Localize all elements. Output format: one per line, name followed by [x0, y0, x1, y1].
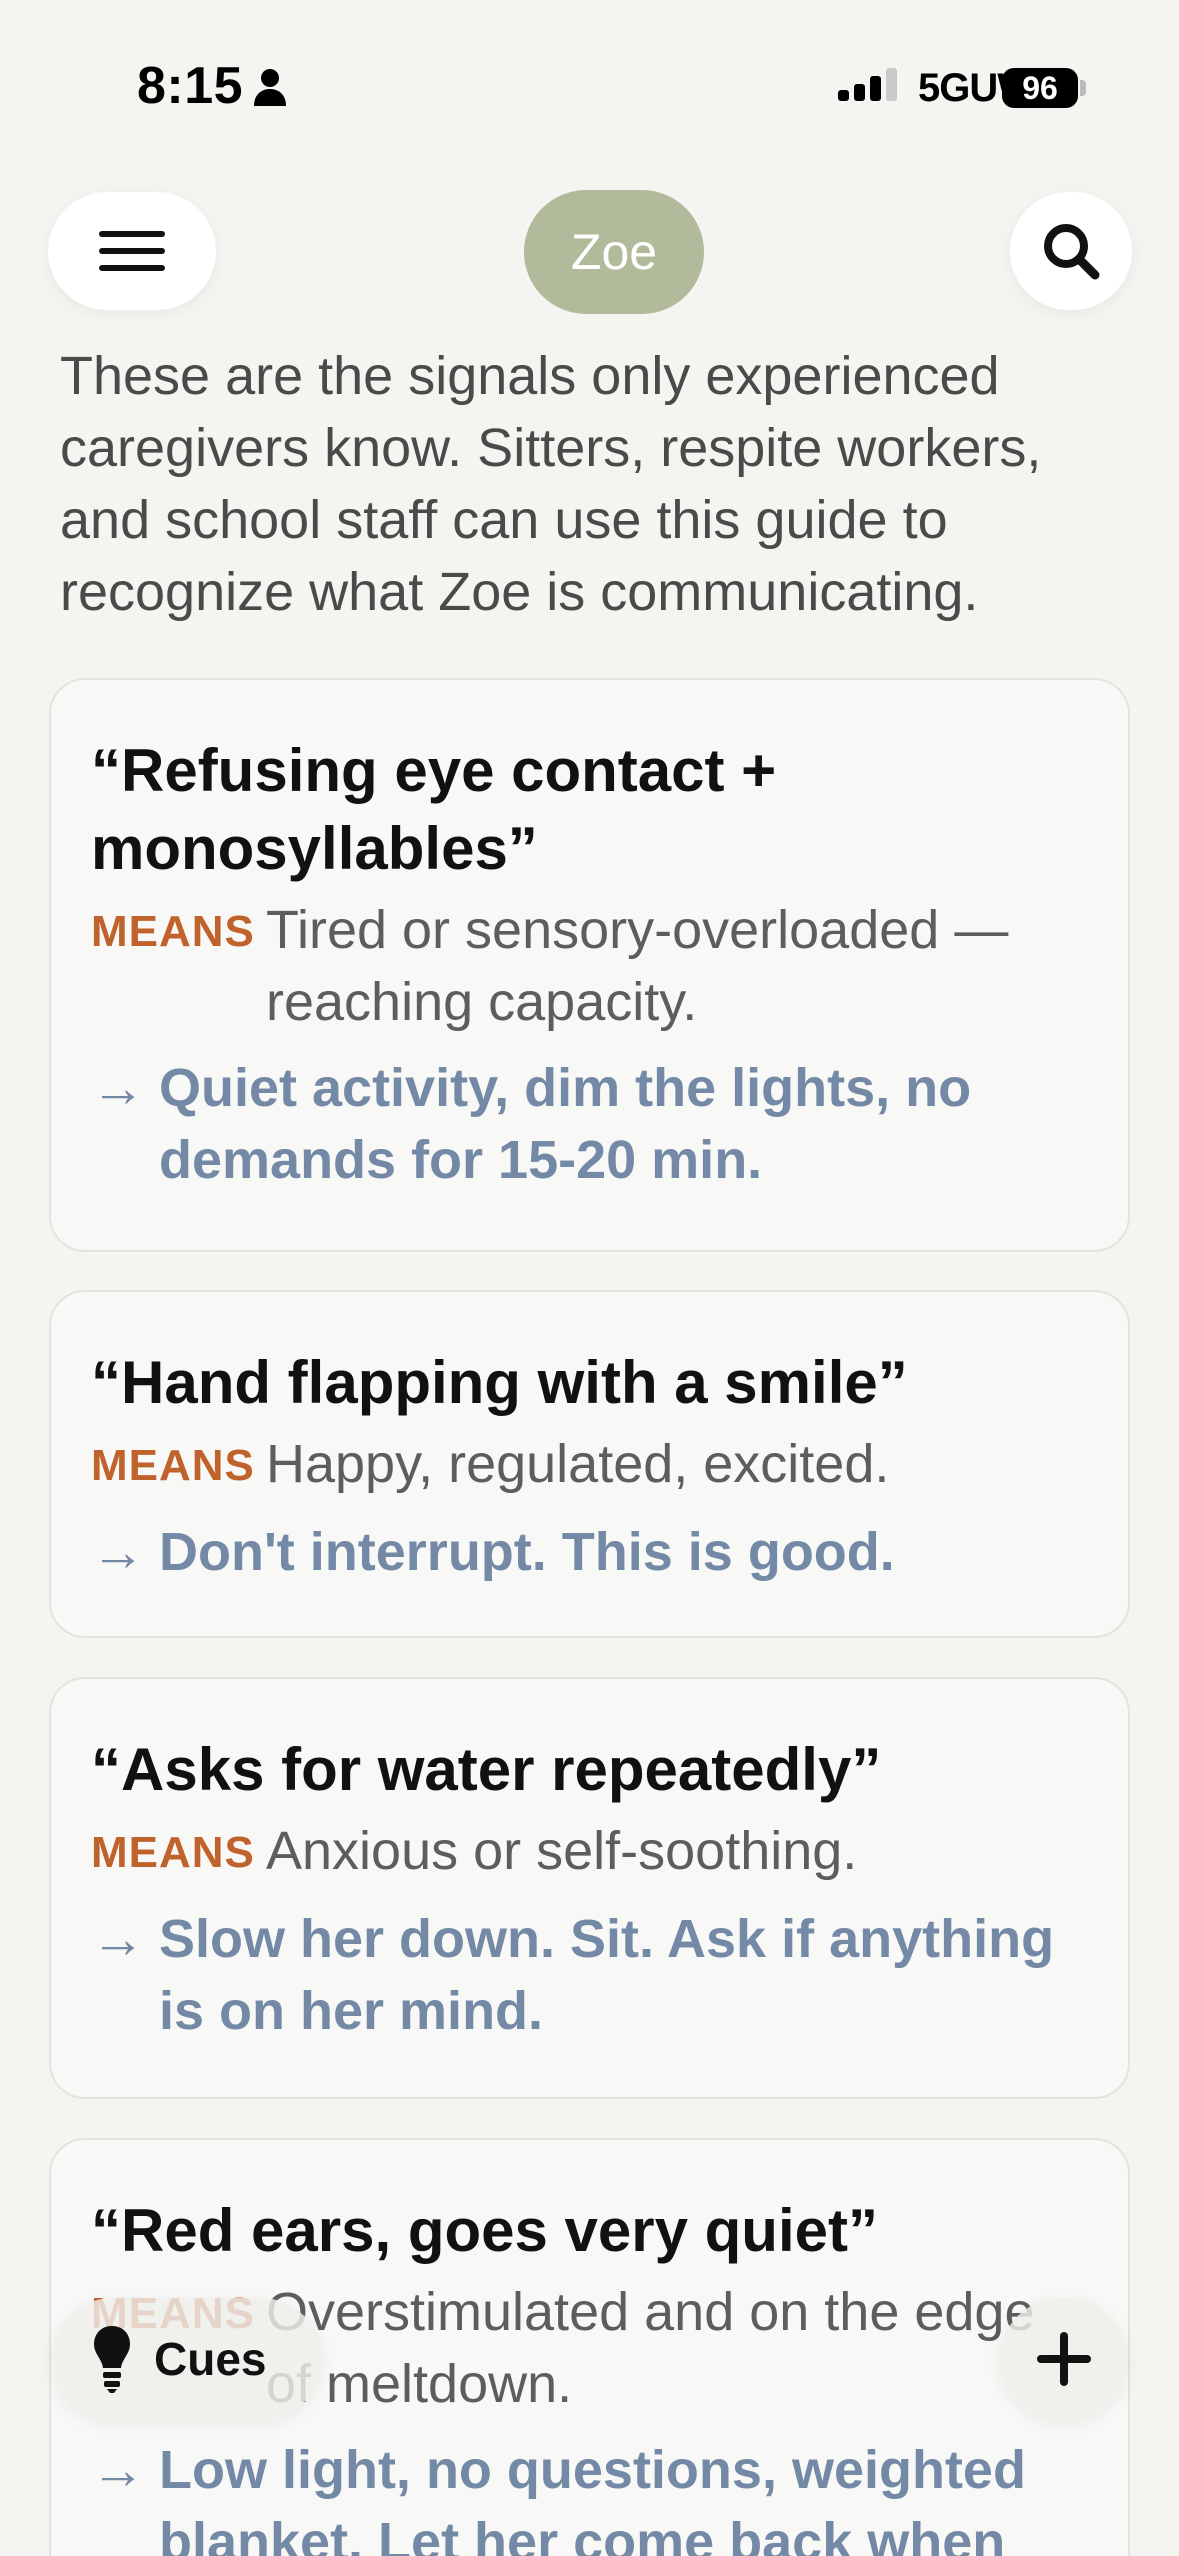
battery-indicator: 96 — [1002, 68, 1078, 108]
cue-title: “Red ears, goes very quiet” — [91, 2197, 878, 2264]
cues-label: Cues — [154, 2333, 267, 2385]
cue-card[interactable]: “Hand flapping with a smile” MEANS Happy… — [49, 1290, 1130, 1638]
action-text: Low light, no questions, weighted blanke… — [159, 2440, 1026, 2556]
means-label: MEANS — [91, 907, 255, 956]
action-text: Slow her down. Sit. Ask if anything is o… — [159, 1909, 1055, 2041]
means-label: MEANS — [91, 1441, 255, 1490]
screen: 8:15 5GUW 96 Zoe These are the signals o… — [0, 0, 1179, 2556]
cue-card[interactable]: “Refusing eye contact + monosyllables” M… — [49, 678, 1130, 1252]
means-label: MEANS — [91, 1828, 255, 1877]
cue-title: “Refusing eye contact + monosyllables” — [91, 737, 777, 882]
means-row: MEANS Tired or sensory-overloaded — reac… — [91, 894, 1088, 1038]
search-icon — [1044, 224, 1100, 280]
arrow-right-icon: → — [91, 1522, 145, 1582]
signal-icon — [838, 68, 897, 101]
means-text: Tired or sensory-overloaded — reaching c… — [266, 900, 1009, 1032]
means-text: Anxious or self-soothing. — [266, 1821, 858, 1881]
action-row: → Quiet activity, dim the lights, no dem… — [91, 1052, 1088, 1196]
action-row: → Slow her down. Sit. Ask if anything is… — [91, 1903, 1088, 2047]
menu-icon — [99, 231, 165, 271]
action-row: → Don't interrupt. This is good. — [91, 1516, 1088, 1588]
cues-tab[interactable]: Cues — [52, 2298, 322, 2420]
intro-text: These are the signals only experienced c… — [60, 346, 1042, 622]
action-text: Quiet activity, dim the lights, no deman… — [159, 1058, 972, 1190]
means-text: Overstimulated and on the edge of meltdo… — [266, 2282, 1035, 2414]
battery-cap — [1080, 80, 1086, 96]
action-text: Don't interrupt. This is good. — [159, 1522, 895, 1582]
arrow-right-icon: → — [91, 1909, 145, 1969]
means-text: Happy, regulated, excited. — [266, 1434, 890, 1494]
menu-button[interactable] — [48, 192, 216, 310]
arrow-right-icon: → — [91, 1058, 145, 1118]
status-bar: 8:15 5GUW 96 — [0, 0, 1179, 175]
plus-icon — [1037, 2332, 1091, 2386]
search-button[interactable] — [1010, 192, 1132, 310]
lightbulb-icon — [94, 2326, 130, 2393]
person-icon — [254, 69, 286, 106]
cue-title: “Hand flapping with a smile” — [91, 1349, 908, 1416]
status-time: 8:15 — [137, 57, 244, 115]
means-row: MEANS Happy, regulated, excited. — [91, 1428, 1088, 1502]
arrow-right-icon: → — [91, 2440, 145, 2500]
profile-name-pill[interactable]: Zoe — [524, 190, 704, 314]
means-row: MEANS Anxious or self-soothing. — [91, 1815, 1088, 1889]
cue-card[interactable]: “Asks for water repeatedly” MEANS Anxiou… — [49, 1677, 1130, 2099]
action-row: → Low light, no questions, weighted blan… — [91, 2434, 1088, 2556]
add-button[interactable] — [1000, 2298, 1128, 2420]
cue-title: “Asks for water repeatedly” — [91, 1736, 882, 1803]
